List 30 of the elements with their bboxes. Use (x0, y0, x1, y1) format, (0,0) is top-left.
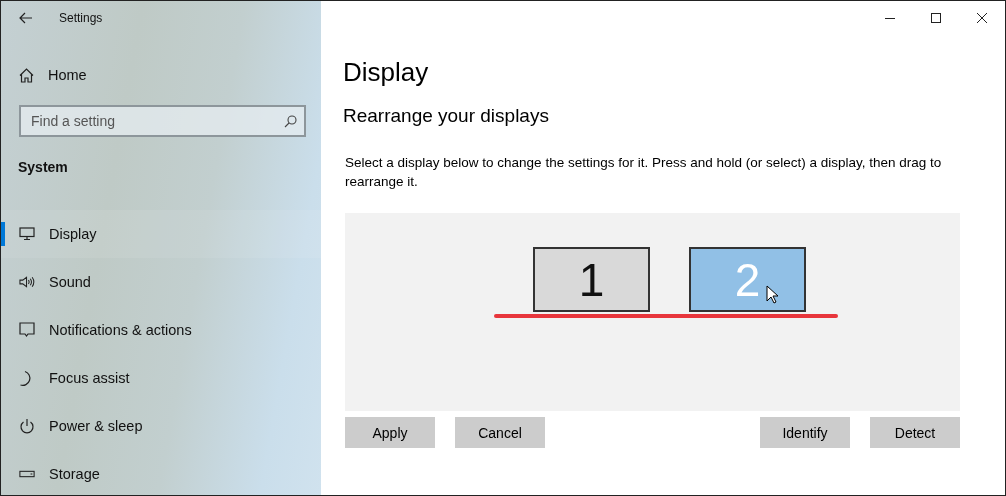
monitor-icon (19, 227, 35, 241)
speech-bubble-icon (19, 322, 35, 338)
minimize-icon (885, 17, 895, 19)
sidebar-item[interactable]: Power & sleep (1, 402, 321, 450)
page-title: Display (343, 57, 430, 89)
sidebar-item[interactable]: Storage (1, 450, 321, 496)
close-icon (977, 13, 987, 23)
display-tile[interactable]: 1 (533, 247, 650, 312)
section-heading: Rearrange your displays (343, 105, 550, 128)
section-heading: System (18, 159, 69, 177)
search-icon (284, 115, 297, 128)
search-field[interactable]: Find a setting (19, 105, 306, 137)
sidebar-item[interactable]: Sound (1, 258, 321, 306)
back-arrow-icon[interactable] (19, 12, 33, 24)
home-icon (19, 67, 34, 83)
action-button[interactable]: Detect (870, 417, 960, 448)
action-button[interactable]: Apply (345, 417, 435, 448)
action-button[interactable]: Cancel (455, 417, 545, 448)
sidebar-item[interactable]: Display (1, 210, 321, 258)
cursor-icon (766, 285, 778, 304)
speaker-icon (19, 275, 35, 289)
sidebar-item[interactable]: Notifications & actions (1, 306, 321, 354)
power-icon (19, 417, 35, 435)
drive-icon (19, 470, 35, 478)
sidebar-item[interactable]: Focus assist (1, 354, 321, 402)
maximize-icon (931, 13, 941, 23)
home-link[interactable]: Home (1, 61, 321, 89)
action-button[interactable]: Identify (760, 417, 850, 448)
description-text: Select a display below to change the settings for it. Press and hold (or select) a display, then drag to rearrange it. (345, 154, 943, 191)
window-title: Settings (59, 11, 103, 25)
